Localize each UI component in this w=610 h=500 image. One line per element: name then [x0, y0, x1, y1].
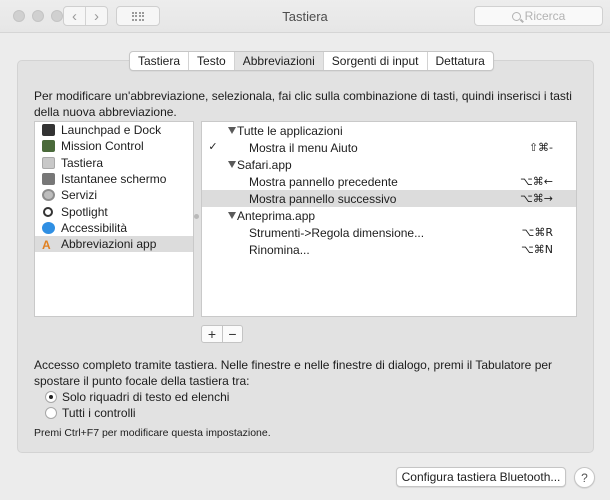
shortcut-label: Mostra pannello precedente [249, 175, 398, 189]
shortcut-label: Strumenti->Regola dimensione... [249, 226, 425, 240]
tab-testo[interactable]: Testo [188, 52, 234, 70]
category-label: Servizi [61, 188, 98, 203]
shortcut-keys[interactable]: ⇧⌘- [529, 141, 553, 154]
title-bar: ‹ › Tastiera Ricerca [0, 0, 610, 33]
full-keyboard-access-description: Accesso completo tramite tastiera. Nelle… [34, 358, 553, 388]
tab-abbreviazioni[interactable]: Abbreviazioni [233, 52, 323, 70]
category-item-launchpad[interactable]: Launchpad e Dock [35, 122, 193, 138]
radio-all-controls[interactable]: Tutti i controlli [45, 406, 136, 420]
group-row-all-applications[interactable]: Tutte le applicazioni [202, 122, 576, 139]
tab-bar: Tastiera Testo Abbreviazioni Sorgenti di… [129, 51, 494, 71]
shortcut-category-list: Launchpad e Dock Mission Control Tastier… [34, 121, 194, 317]
tab-tastiera[interactable]: Tastiera [130, 52, 188, 70]
category-item-screenshots[interactable]: Istantanee schermo [35, 171, 193, 187]
screenshot-icon [42, 173, 55, 186]
configure-bluetooth-keyboard-button[interactable]: Configura tastiera Bluetooth... [396, 467, 566, 487]
launchpad-icon [42, 124, 55, 137]
disclosure-triangle-icon[interactable] [228, 127, 236, 134]
group-label: Anteprima.app [237, 209, 316, 223]
shortcut-label: Mostra pannello successivo [249, 192, 397, 206]
category-label: Launchpad e Dock [61, 123, 162, 138]
keyboard-icon [42, 156, 55, 169]
accessibility-icon [42, 221, 55, 234]
shortcut-row-rename[interactable]: Rinomina... ⌥⌘N [202, 241, 576, 258]
category-item-keyboard[interactable]: Tastiera [35, 155, 193, 171]
shortcut-keys[interactable]: ⌥⌘N [521, 243, 553, 256]
search-placeholder: Ricerca [524, 9, 566, 23]
search-field[interactable]: Ricerca [474, 6, 603, 26]
shortcut-keys[interactable]: ⌥⌘← [520, 175, 553, 188]
instructions-text: Per modificare un'abbreviazione, selezio… [34, 89, 572, 119]
radio-text-boxes-and-lists[interactable]: Solo riquadri di testo ed elenchi [45, 390, 229, 404]
help-button[interactable]: ? [574, 467, 595, 488]
mission-control-icon [42, 140, 55, 153]
spotlight-icon [43, 206, 53, 217]
shortcut-row-next-tab[interactable]: Mostra pannello successivo ⌥⌘→ [202, 190, 576, 207]
category-label: Spotlight [61, 204, 108, 219]
disclosure-triangle-icon[interactable] [228, 212, 236, 219]
tab-sorgenti-di-input[interactable]: Sorgenti di input [322, 52, 427, 70]
category-item-accessibility[interactable]: Accessibilità [35, 220, 193, 236]
category-label: Accessibilità [61, 220, 128, 235]
group-row-safari[interactable]: Safari.app [202, 156, 576, 173]
remove-shortcut-button[interactable]: − [222, 326, 242, 342]
search-icon [511, 11, 521, 21]
app-shortcuts-icon [42, 238, 55, 250]
group-label: Tutte le applicazioni [237, 124, 343, 138]
shortcut-label: Mostra il menu Aiuto [249, 141, 358, 155]
radio-label: Tutti i controlli [62, 406, 136, 420]
tab-dettatura[interactable]: Dettatura [426, 52, 493, 70]
category-label: Istantanee schermo [61, 172, 167, 187]
services-gear-icon [42, 189, 55, 202]
keyboard-preferences-window: ‹ › Tastiera Ricerca Tastiera Testo Abbr… [0, 0, 610, 500]
shortcut-list: Tutte le applicazioni ✓ Mostra il menu A… [201, 121, 577, 317]
add-shortcut-button[interactable]: + [202, 326, 222, 342]
ctrl-f7-hint: Premi Ctrl+F7 per modificare questa impo… [34, 427, 271, 439]
radio-button[interactable] [45, 407, 57, 419]
shortcut-row-adjust-size[interactable]: Strumenti->Regola dimensione... ⌥⌘R [202, 224, 576, 241]
shortcut-label: Rinomina... [249, 243, 310, 257]
category-item-app-shortcuts[interactable]: Abbreviazioni app [35, 236, 193, 253]
enabled-checkbox[interactable]: ✓ [207, 141, 219, 153]
shortcut-keys[interactable]: ⌥⌘→ [520, 192, 553, 205]
category-label: Abbreviazioni app [61, 237, 157, 252]
disclosure-triangle-icon[interactable] [228, 161, 236, 168]
radio-label: Solo riquadri di testo ed elenchi [62, 390, 230, 404]
split-view-divider-handle[interactable] [194, 214, 199, 219]
radio-button-selected[interactable] [45, 391, 57, 403]
add-remove-control: + − [201, 325, 243, 343]
category-item-mission-control[interactable]: Mission Control [35, 138, 193, 154]
shortcut-row-previous-tab[interactable]: Mostra pannello precedente ⌥⌘← [202, 173, 576, 190]
group-row-preview[interactable]: Anteprima.app [202, 207, 576, 224]
category-item-services[interactable]: Servizi [35, 187, 193, 203]
category-label: Tastiera [61, 155, 104, 170]
category-label: Mission Control [61, 139, 144, 154]
group-label: Safari.app [237, 158, 292, 172]
shortcut-row-help-menu[interactable]: ✓ Mostra il menu Aiuto ⇧⌘- [202, 139, 576, 156]
shortcut-keys[interactable]: ⌥⌘R [522, 226, 553, 239]
category-item-spotlight[interactable]: Spotlight [35, 203, 193, 219]
